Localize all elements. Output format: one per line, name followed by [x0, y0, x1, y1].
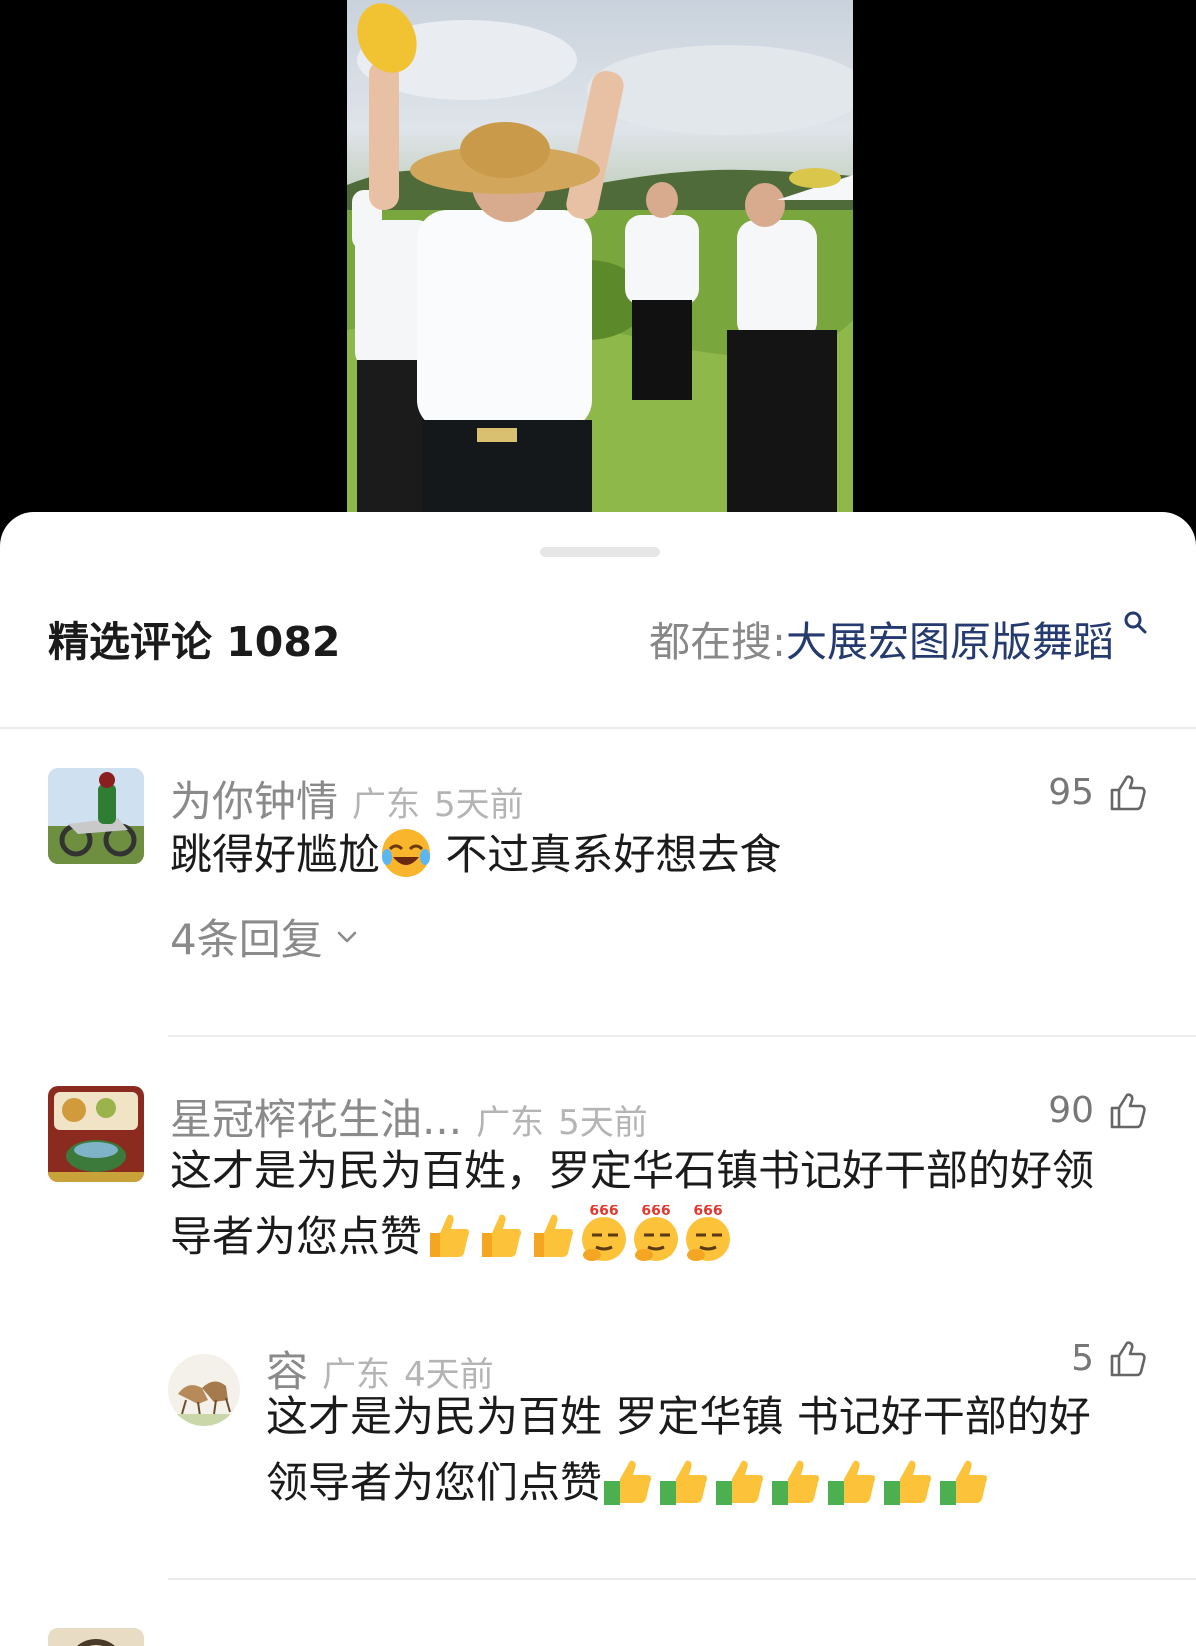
username[interactable]: 为你钟情 [170, 768, 338, 829]
comment-item: 为你钟情 广东 5天前 95 跳得好尴尬 不过真系好想去食 4条回复 [0, 768, 1196, 1068]
money-thumbs-up-emoji [828, 1460, 876, 1505]
avatar[interactable] [168, 1354, 240, 1426]
thumbs-up-outline-icon[interactable] [1108, 1091, 1148, 1131]
666-emoji: 666 [582, 1205, 627, 1261]
comment-text[interactable]: 跳得好尴尬 不过真系好想去食 [170, 822, 781, 888]
svg-text:666: 666 [589, 1205, 618, 1219]
comment-sheet: 精选评论 1082 都在搜: 大展宏图原版舞蹈 为你钟情 广东 5天前 95 跳… [0, 512, 1196, 1646]
comment-text-line: 这才是为民为百姓 罗定华镇 书记好干部的好 [266, 1392, 1091, 1441]
thumbs-up-emoji [430, 1214, 470, 1257]
like-count: 95 [1048, 772, 1094, 813]
avatar[interactable] [48, 1086, 144, 1182]
666-emoji: 666 [686, 1205, 731, 1261]
thumbs-up-emoji [534, 1214, 574, 1257]
svg-text:666: 666 [641, 1205, 670, 1219]
comment-item-partial [0, 1628, 1196, 1646]
like-count: 5 [1071, 1338, 1094, 1379]
trending-search-prefix: 都在搜: [649, 618, 786, 666]
trending-search-link[interactable]: 都在搜: 大展宏图原版舞蹈 [649, 608, 1148, 668]
comment-text-part: 跳得好尴尬 [170, 830, 381, 879]
avatar[interactable] [48, 768, 144, 864]
search-icon[interactable] [1122, 610, 1148, 636]
money-thumbs-up-emoji [884, 1460, 932, 1505]
money-thumbs-up-emoji [940, 1460, 988, 1505]
money-thumbs-up-emoji [660, 1460, 708, 1505]
location: 广东 [476, 1103, 545, 1143]
video-still-image [347, 3, 853, 512]
comment-text-line-with-emoji: 导者为您点赞 666 666 666 [170, 1204, 1160, 1270]
location: 广东 [352, 785, 421, 825]
money-thumbs-up-emoji [772, 1460, 820, 1505]
comment-text[interactable]: 这才是为民为百姓，罗定华石镇书记好干部的好领 导者为您点赞 666 666 666 [170, 1138, 1160, 1270]
video-frame[interactable] [347, 0, 853, 512]
svg-text:666: 666 [693, 1205, 722, 1219]
like-button[interactable]: 90 [1048, 1090, 1148, 1131]
reply-text[interactable]: 这才是为民为百姓 罗定华镇 书记好干部的好 领导者为您们点赞 [266, 1384, 1166, 1516]
replies-count-label: 4条回复 [170, 915, 323, 964]
comment-text-line-with-emoji: 领导者为您们点赞 [266, 1450, 1166, 1516]
rolling-laughing-emoji [382, 829, 431, 877]
header-divider [0, 727, 1196, 729]
comments-title: 精选评论 1082 [48, 618, 341, 666]
comment-item: 星冠榨花生油... 广东 5天前 90 这才是为民为百姓，罗定华石镇书记好干部的… [0, 1086, 1196, 1306]
view-replies-button[interactable]: 4条回复 [170, 906, 361, 967]
like-button[interactable]: 95 [1048, 772, 1148, 813]
like-button[interactable]: 5 [1071, 1338, 1148, 1379]
reply-item: 容 广东 4天前 5 这才是为民为百姓 罗定华镇 书记好干部的好 领导者为您们点… [0, 1338, 1196, 1538]
comment-meta: 为你钟情 广东 5天前 [170, 768, 524, 829]
chevron-down-icon [337, 931, 357, 942]
like-count: 90 [1048, 1090, 1094, 1131]
comments-header: 精选评论 1082 都在搜: 大展宏图原版舞蹈 [0, 608, 1196, 666]
comment-text-part: 领导者为您们点赞 [266, 1458, 603, 1507]
avatar[interactable] [48, 1628, 144, 1646]
comment-text-line: 这才是为民为百姓，罗定华石镇书记好干部的好领 [170, 1146, 1095, 1195]
thumbs-up-outline-icon[interactable] [1108, 773, 1148, 813]
drag-handle[interactable] [540, 547, 660, 557]
666-emoji: 666 [634, 1205, 679, 1261]
comment-divider [168, 1578, 1196, 1580]
trending-search-term[interactable]: 大展宏图原版舞蹈 [786, 608, 1114, 668]
comment-text-part: 不过真系好想去食 [432, 830, 782, 879]
thumbs-up-outline-icon[interactable] [1108, 1339, 1148, 1379]
timestamp: 5天前 [558, 1103, 648, 1143]
comment-divider [168, 1035, 1196, 1037]
comment-text-part: 导者为您点赞 [170, 1212, 423, 1261]
money-thumbs-up-emoji [604, 1460, 652, 1505]
timestamp: 5天前 [434, 785, 524, 825]
money-thumbs-up-emoji [716, 1460, 764, 1505]
video-player[interactable] [0, 0, 1196, 512]
thumbs-up-emoji [482, 1214, 522, 1257]
